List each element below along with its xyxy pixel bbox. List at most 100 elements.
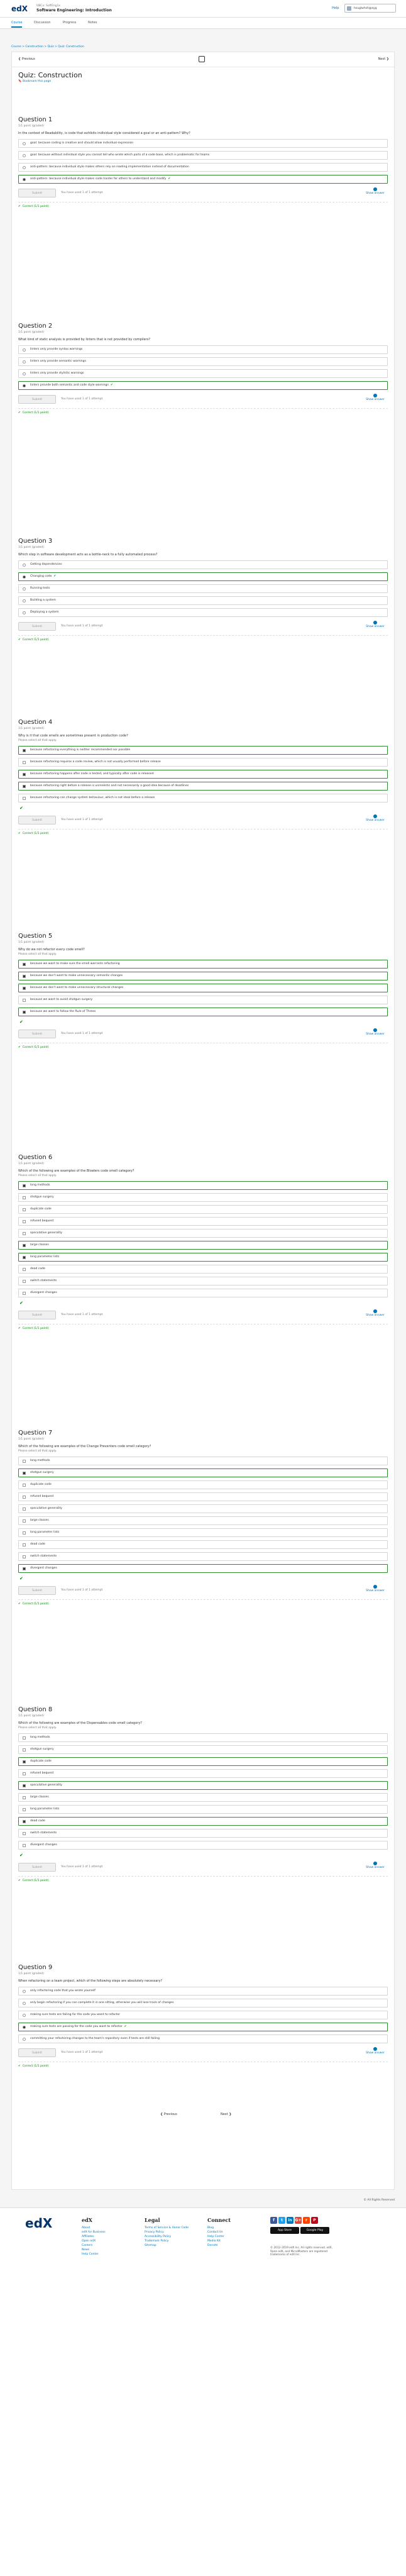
checkbox[interactable] <box>23 797 26 800</box>
app-store-badge[interactable]: Google Play <box>300 2227 329 2234</box>
answer-option[interactable]: divergent changes <box>18 1841 388 1850</box>
checkbox[interactable] <box>23 1496 26 1499</box>
user-menu[interactable]: hsuglwhsh@ayg <box>344 4 396 13</box>
checkbox[interactable] <box>23 1232 26 1235</box>
answer-option[interactable]: dead code <box>18 1540 388 1549</box>
checkbox[interactable] <box>23 761 26 764</box>
checkbox[interactable] <box>23 1220 26 1223</box>
tab-notes[interactable]: Notes <box>88 21 97 26</box>
checkbox[interactable] <box>23 1820 26 1823</box>
radio-button[interactable] <box>23 178 26 181</box>
answer-option[interactable]: speculative generality <box>18 1781 388 1790</box>
checkbox[interactable] <box>23 1543 26 1546</box>
problem-unit-icon[interactable] <box>199 56 205 62</box>
answer-option[interactable]: anti-pattern: because individual style m… <box>18 175 388 184</box>
app-store-badge[interactable]: App Store <box>270 2227 299 2234</box>
answer-option[interactable]: refused bequest <box>18 1492 388 1501</box>
answer-option[interactable]: because refactoring everything is neithe… <box>18 746 388 755</box>
submit-button[interactable]: Submit <box>18 1311 56 1319</box>
answer-option[interactable]: because refactoring requires a code revi… <box>18 758 388 767</box>
footer-link[interactable]: Blog <box>207 2226 270 2230</box>
checkbox[interactable] <box>23 987 26 990</box>
checkbox[interactable] <box>23 1772 26 1775</box>
answer-option[interactable]: refused bequest <box>18 1769 388 1778</box>
show-answer-button[interactable]: Show answer <box>363 394 388 402</box>
checkbox[interactable] <box>23 1244 26 1247</box>
footer-link[interactable]: edX for Business <box>82 2230 145 2235</box>
checkbox[interactable] <box>23 1519 26 1523</box>
checkbox[interactable] <box>23 1760 26 1763</box>
checkbox[interactable] <box>23 1011 26 1014</box>
answer-option[interactable]: Changing code ✔ <box>18 572 388 581</box>
answer-option[interactable]: long methods <box>18 1181 388 1190</box>
footer-link[interactable]: Open edX <box>82 2239 145 2243</box>
answer-option[interactable]: shotgun surgery <box>18 1193 388 1202</box>
answer-option[interactable]: speculative generality <box>18 1504 388 1513</box>
social-icon[interactable]: f <box>270 2217 277 2224</box>
footer-link[interactable]: Help Center <box>207 2235 270 2239</box>
answer-option[interactable]: switch statements <box>18 1277 388 1285</box>
show-answer-button[interactable]: Show answer <box>363 621 388 629</box>
radio-button[interactable] <box>23 564 26 567</box>
submit-button[interactable]: Submit <box>18 1863 56 1872</box>
footer-link[interactable]: About <box>82 2226 145 2230</box>
answer-option[interactable]: duplicate code <box>18 1480 388 1489</box>
radio-button[interactable] <box>23 360 26 364</box>
answer-option[interactable]: linters provide both semantic and code s… <box>18 381 388 390</box>
radio-button[interactable] <box>23 2014 26 2017</box>
radio-button[interactable] <box>23 575 26 579</box>
answer-option[interactable]: shotgun surgery <box>18 1468 388 1477</box>
radio-button[interactable] <box>23 587 26 591</box>
show-answer-button[interactable]: Show answer <box>363 1309 388 1318</box>
checkbox[interactable] <box>23 1256 26 1259</box>
show-answer-button[interactable]: Show answer <box>363 1028 388 1036</box>
next-button[interactable]: Next ❯ <box>378 57 389 61</box>
footer-link[interactable]: Media Kit <box>207 2239 270 2243</box>
answer-option[interactable]: only refactoring code that you wrote you… <box>18 1987 388 1996</box>
checkbox[interactable] <box>23 1184 26 1187</box>
answer-option[interactable]: Deploying a system <box>18 608 388 617</box>
show-answer-button[interactable]: Show answer <box>363 1862 388 1870</box>
answer-option[interactable]: linters only provide syntax warnings <box>18 345 388 354</box>
show-answer-button[interactable]: Show answer <box>363 187 388 196</box>
answer-option[interactable]: Getting dependencies <box>18 560 388 569</box>
footer-logo[interactable]: edX <box>25 2216 52 2231</box>
social-icon[interactable]: G+ <box>295 2217 302 2224</box>
answer-option[interactable]: because we want to avoid shotgun surgery <box>18 996 388 1004</box>
footer-link[interactable]: Sitemap <box>145 2243 207 2248</box>
checkbox[interactable] <box>23 1208 26 1211</box>
answer-option[interactable]: making sure tests are failing for the co… <box>18 2011 388 2019</box>
checkbox[interactable] <box>23 773 26 776</box>
checkbox[interactable] <box>23 1196 26 1199</box>
answer-option[interactable]: divergent changes <box>18 1564 388 1573</box>
submit-button[interactable]: Submit <box>18 622 56 631</box>
checkbox[interactable] <box>23 1808 26 1811</box>
edx-logo[interactable]: edX <box>11 4 28 13</box>
bookmark-button[interactable]: 🔖 Bookmark this page <box>18 80 51 83</box>
tab-course[interactable]: Course <box>11 21 23 28</box>
radio-button[interactable] <box>23 599 26 602</box>
submit-button[interactable]: Submit <box>18 189 56 197</box>
answer-option[interactable]: switch statements <box>18 1552 388 1561</box>
answer-option[interactable]: long methods <box>18 1733 388 1742</box>
show-answer-button[interactable]: Show answer <box>363 2047 388 2055</box>
submit-button[interactable]: Submit <box>18 816 56 824</box>
social-icon[interactable]: t <box>278 2217 285 2224</box>
tab-progress[interactable]: Progress <box>63 21 76 26</box>
answer-option[interactable]: making sure tests are passing for the co… <box>18 2023 388 2031</box>
submit-button[interactable]: Submit <box>18 1030 56 1038</box>
footer-link[interactable]: Donate <box>207 2243 270 2248</box>
checkbox[interactable] <box>23 1280 26 1283</box>
answer-option[interactable]: long parameter lists <box>18 1805 388 1814</box>
answer-option[interactable]: because refactoring can change system be… <box>18 794 388 802</box>
answer-option[interactable]: anti-pattern: because individual style m… <box>18 163 388 172</box>
answer-option[interactable]: speculative generality <box>18 1229 388 1238</box>
answer-option[interactable]: only begin refactoring if you can comple… <box>18 1999 388 2007</box>
breadcrumb[interactable]: Course > Construction > Quiz > Quiz: Con… <box>11 45 84 48</box>
footer-link[interactable]: News <box>82 2248 145 2252</box>
answer-option[interactable]: large classes <box>18 1516 388 1525</box>
checkbox[interactable] <box>23 1484 26 1487</box>
previous-button[interactable]: ❮ Previous <box>18 57 35 61</box>
answer-option[interactable]: because we want to follow the Rule of Th… <box>18 1008 388 1016</box>
checkbox[interactable] <box>23 1736 26 1740</box>
